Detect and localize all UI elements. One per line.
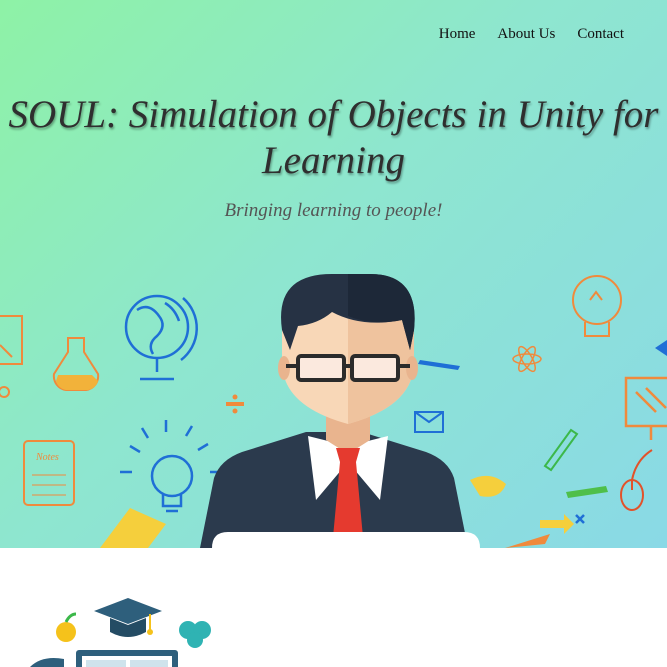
arrow-icon — [540, 514, 574, 534]
page-title: SOUL: Simulation of Objects in Unity for… — [8, 93, 659, 182]
mouse-icon — [620, 449, 653, 511]
nav-home-link[interactable]: Home — [439, 26, 476, 43]
plus-minus-icon — [226, 394, 244, 414]
marker-icon — [566, 486, 608, 498]
top-nav: Home About Us Contact — [439, 26, 624, 43]
laptop-icon — [212, 532, 480, 548]
computer-icon — [624, 376, 667, 440]
hero-tagline: Bringing learning to people! — [224, 200, 443, 221]
compass-icon — [505, 534, 550, 548]
monitor-left-icon — [0, 315, 23, 398]
hero-illustration: Notes — [0, 274, 667, 548]
graduation-cap-icon — [94, 598, 162, 637]
apple-icon — [56, 612, 77, 642]
flask-icon — [52, 337, 100, 391]
tag-icon — [655, 340, 667, 356]
nav-about-us-link[interactable]: About Us — [497, 26, 555, 43]
notebook-label: Notes — [35, 452, 59, 463]
atom-icon — [512, 345, 542, 373]
content-section — [0, 548, 667, 667]
notebook-icon: Notes — [23, 440, 75, 506]
book-icon — [100, 508, 166, 548]
globe-small-icon — [30, 658, 64, 667]
nav-contact-link[interactable]: Contact — [577, 26, 624, 43]
screen-icon — [76, 650, 178, 667]
pencil-icon — [418, 360, 460, 370]
x-mark-icon — [575, 514, 585, 524]
clip-icon — [470, 475, 506, 497]
hero-banner: Notes Home About Us Contact SOUL: Simula… — [0, 0, 667, 548]
lightbulb-icon — [120, 420, 222, 513]
globe-icon — [124, 294, 198, 381]
ruler-icon — [543, 428, 579, 472]
section-illustration — [30, 598, 211, 667]
envelope-icon — [414, 411, 444, 433]
brain-icon — [179, 621, 211, 648]
bulb-right-icon — [572, 275, 622, 337]
